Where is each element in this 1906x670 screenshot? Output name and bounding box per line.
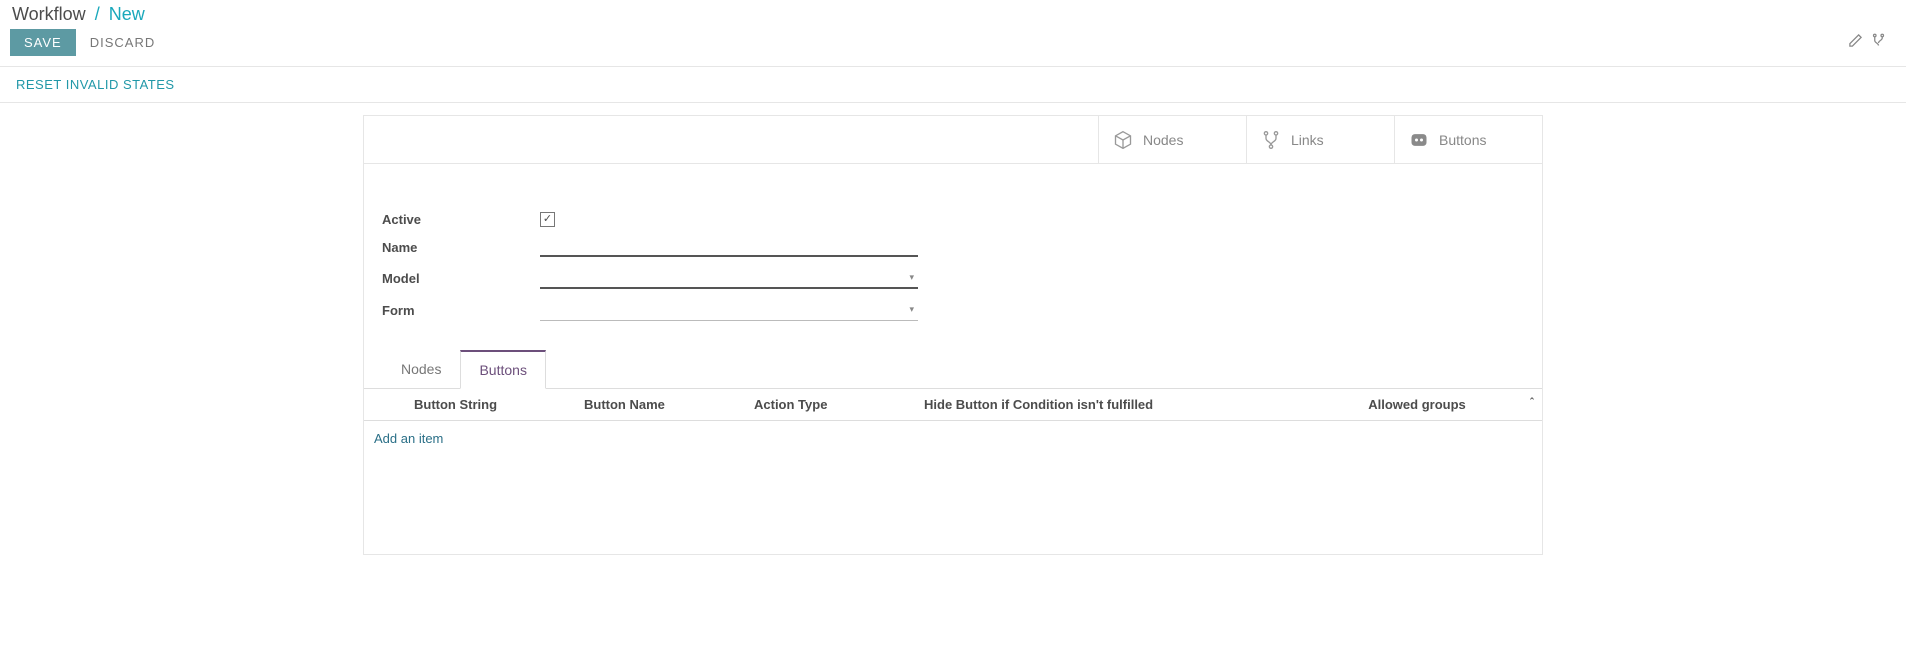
col-handle bbox=[364, 397, 404, 412]
tab-bar: Nodes Buttons bbox=[364, 349, 1542, 389]
model-label: Model bbox=[382, 271, 540, 286]
dice-icon bbox=[1409, 130, 1429, 150]
chevron-down-icon: ▾ bbox=[909, 304, 914, 315]
active-label: Active bbox=[382, 212, 540, 227]
col-expand-icon[interactable]: ˆ bbox=[1520, 397, 1542, 412]
form-select[interactable]: ▾ bbox=[540, 299, 918, 321]
field-group: Active Name Model ▾ Form ▾ bbox=[364, 164, 1542, 321]
breadcrumb-current: New bbox=[109, 4, 145, 24]
tab-buttons[interactable]: Buttons bbox=[460, 350, 545, 389]
active-checkbox[interactable] bbox=[540, 212, 555, 227]
col-allowed-groups[interactable]: Allowed groups bbox=[1314, 397, 1520, 412]
name-label: Name bbox=[382, 240, 540, 255]
form-label: Form bbox=[382, 303, 540, 318]
edit-icon[interactable] bbox=[1848, 33, 1863, 52]
buttons-grid: Button String Button Name Action Type Hi… bbox=[364, 389, 1542, 456]
col-button-name[interactable]: Button Name bbox=[574, 397, 744, 412]
stat-button-row: Nodes Links Buttons bbox=[364, 116, 1542, 164]
col-action-type[interactable]: Action Type bbox=[744, 397, 914, 412]
breadcrumb-separator: / bbox=[91, 4, 104, 24]
breadcrumb: Workflow / New bbox=[12, 4, 1894, 25]
model-select[interactable]: ▾ bbox=[540, 267, 918, 289]
stat-button-buttons-label: Buttons bbox=[1439, 132, 1486, 148]
reset-invalid-states-button[interactable]: RESET INVALID STATES bbox=[16, 77, 175, 92]
toolbar: SAVE DISCARD bbox=[0, 25, 1906, 66]
notebook: Nodes Buttons Button String Button Name … bbox=[364, 349, 1542, 456]
stat-button-nodes-label: Nodes bbox=[1143, 132, 1183, 148]
form-sheet: Nodes Links Buttons Active bbox=[363, 115, 1543, 555]
stat-button-links[interactable]: Links bbox=[1246, 116, 1394, 163]
name-input[interactable] bbox=[540, 237, 918, 257]
col-hide-condition[interactable]: Hide Button if Condition isn't fulfilled bbox=[914, 397, 1314, 412]
branch-icon bbox=[1261, 130, 1281, 150]
add-item-link[interactable]: Add an item bbox=[374, 431, 443, 446]
breadcrumb-root[interactable]: Workflow bbox=[12, 4, 86, 24]
branch-icon[interactable] bbox=[1871, 33, 1886, 52]
tab-nodes[interactable]: Nodes bbox=[382, 350, 460, 389]
save-button[interactable]: SAVE bbox=[10, 29, 76, 56]
cube-icon bbox=[1113, 130, 1133, 150]
discard-button[interactable]: DISCARD bbox=[76, 29, 170, 56]
grid-header: Button String Button Name Action Type Hi… bbox=[364, 389, 1542, 421]
col-button-string[interactable]: Button String bbox=[404, 397, 574, 412]
stat-button-buttons[interactable]: Buttons bbox=[1394, 116, 1542, 163]
chevron-down-icon: ▾ bbox=[909, 272, 914, 283]
stat-button-nodes[interactable]: Nodes bbox=[1098, 116, 1246, 163]
stat-button-links-label: Links bbox=[1291, 132, 1324, 148]
